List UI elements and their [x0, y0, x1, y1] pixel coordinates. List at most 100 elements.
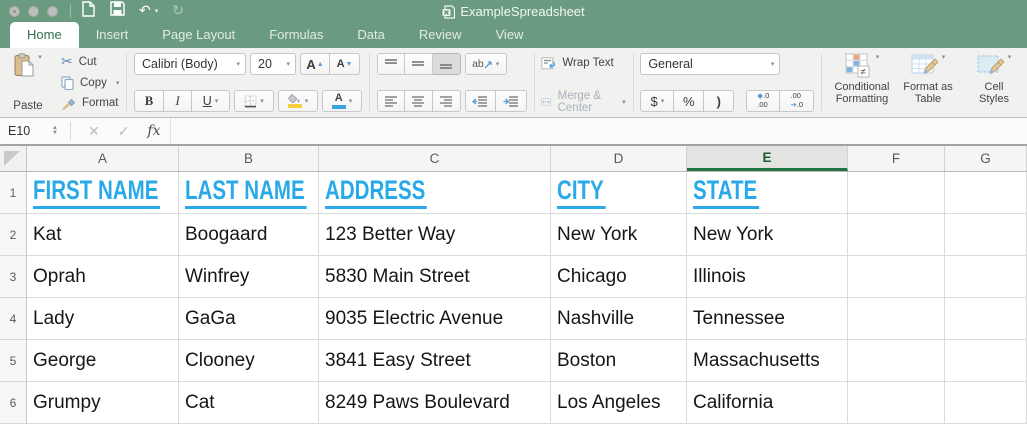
number-format-combo[interactable]: General ▾	[640, 53, 780, 75]
cell-E6[interactable]: California	[687, 382, 848, 424]
cell-E5[interactable]: Massachusetts	[687, 340, 848, 382]
row-header-5[interactable]: 5	[0, 340, 27, 382]
cell-F3[interactable]	[848, 256, 945, 298]
align-center-button[interactable]	[405, 90, 433, 112]
copy-button[interactable]: Copy ▾	[61, 74, 119, 92]
grow-font-button[interactable]: A ▲	[300, 53, 330, 75]
align-top-button[interactable]	[377, 53, 405, 75]
cancel-icon[interactable]: ✕	[88, 123, 100, 140]
paste-button[interactable]: ▾ Paste	[5, 52, 51, 113]
row-header-3[interactable]: 3	[0, 256, 27, 298]
cell-G5[interactable]	[945, 340, 1027, 382]
percent-button[interactable]: %	[674, 90, 704, 112]
cell-B3[interactable]: Winfrey	[179, 256, 319, 298]
cell-D2[interactable]: New York	[551, 214, 687, 256]
cell-E4[interactable]: Tennessee	[687, 298, 848, 340]
cell-E3[interactable]: Illinois	[687, 256, 848, 298]
column-header-f[interactable]: F	[848, 146, 945, 171]
column-header-a[interactable]: A	[27, 146, 179, 171]
cell-C4[interactable]: 9035 Electric Avenue	[319, 298, 551, 340]
row-header-1[interactable]: 1	[0, 172, 27, 214]
cell-F5[interactable]	[848, 340, 945, 382]
cell-G4[interactable]	[945, 298, 1027, 340]
format-as-table-button[interactable]: ▾ Format as Table	[895, 53, 961, 113]
column-header-g[interactable]: G	[945, 146, 1027, 171]
cell-D5[interactable]: Boston	[551, 340, 687, 382]
align-right-button[interactable]	[433, 90, 461, 112]
cell-F4[interactable]	[848, 298, 945, 340]
tab-page-layout[interactable]: Page Layout	[145, 22, 252, 48]
shrink-font-button[interactable]: A ▼	[330, 53, 360, 75]
font-size-combo[interactable]: 20 ▾	[250, 53, 296, 75]
currency-button[interactable]: $ ▾	[640, 90, 674, 112]
increase-indent-button[interactable]	[496, 90, 527, 112]
column-header-e[interactable]: E	[687, 146, 848, 171]
undo-icon[interactable]: ↶	[139, 4, 151, 18]
save-icon[interactable]	[110, 1, 125, 21]
cell-D6[interactable]: Los Angeles	[551, 382, 687, 424]
cell-E1[interactable]: STATE	[687, 172, 848, 214]
increase-decimal-button[interactable]: ◆.0.00	[746, 90, 780, 112]
column-header-d[interactable]: D	[551, 146, 687, 171]
cell-A4[interactable]: Lady	[27, 298, 179, 340]
borders-button[interactable]: ▾	[234, 90, 274, 112]
orientation-button[interactable]: ab ▾	[465, 53, 507, 75]
column-header-b[interactable]: B	[179, 146, 319, 171]
cell-C2[interactable]: 123 Better Way	[319, 214, 551, 256]
cell-C3[interactable]: 5830 Main Street	[319, 256, 551, 298]
cut-button[interactable]: ✂ Cut	[61, 53, 119, 71]
row-header-2[interactable]: 2	[0, 214, 27, 256]
cell-G2[interactable]	[945, 214, 1027, 256]
select-all-corner[interactable]	[0, 146, 27, 171]
row-header-6[interactable]: 6	[0, 382, 27, 424]
cell-F6[interactable]	[848, 382, 945, 424]
copy-dropdown-icon[interactable]: ▾	[116, 79, 120, 87]
cell-A3[interactable]: Oprah	[27, 256, 179, 298]
enter-icon[interactable]: ✓	[118, 123, 130, 140]
tab-review[interactable]: Review	[402, 22, 479, 48]
cell-C6[interactable]: 8249 Paws Boulevard	[319, 382, 551, 424]
align-left-button[interactable]	[377, 90, 405, 112]
cell-B4[interactable]: GaGa	[179, 298, 319, 340]
cell-styles-button[interactable]: ▾ Cell Styles	[961, 53, 1027, 113]
cell-A6[interactable]: Grumpy	[27, 382, 179, 424]
undo-dropdown-icon[interactable]: ▾	[155, 7, 159, 15]
comma-style-button[interactable]: )	[704, 90, 734, 112]
column-header-c[interactable]: C	[319, 146, 551, 171]
name-box-stepper[interactable]: ▲ ▼	[52, 126, 58, 136]
new-file-icon[interactable]	[81, 1, 96, 22]
underline-button[interactable]: U ▾	[192, 90, 230, 112]
cell-F2[interactable]	[848, 214, 945, 256]
align-bottom-button[interactable]	[433, 53, 461, 75]
zoom-window-button[interactable]	[47, 6, 58, 17]
cell-D3[interactable]: Chicago	[551, 256, 687, 298]
merge-center-button[interactable]: Merge & Center ▾	[541, 93, 625, 111]
decrease-decimal-button[interactable]: .00➜.0	[780, 90, 814, 112]
tab-formulas[interactable]: Formulas	[252, 22, 340, 48]
bold-button[interactable]: B	[134, 90, 164, 112]
cell-B1[interactable]: LAST NAME	[179, 172, 319, 214]
cell-G6[interactable]	[945, 382, 1027, 424]
stepper-down-icon[interactable]: ▼	[52, 131, 58, 136]
tab-insert[interactable]: Insert	[79, 22, 146, 48]
cell-E2[interactable]: New York	[687, 214, 848, 256]
close-window-button[interactable]	[9, 6, 20, 17]
minimize-window-button[interactable]	[28, 6, 39, 17]
redo-icon[interactable]: ↻	[172, 4, 184, 18]
cell-A1[interactable]: FIRST NAME	[27, 172, 179, 214]
tab-data[interactable]: Data	[340, 22, 401, 48]
decrease-indent-button[interactable]	[465, 90, 496, 112]
align-middle-button[interactable]	[405, 53, 433, 75]
font-color-button[interactable]: A ▾	[322, 90, 362, 112]
cell-B5[interactable]: Clooney	[179, 340, 319, 382]
cell-D1[interactable]: CITY	[551, 172, 687, 214]
cell-B2[interactable]: Boogaard	[179, 214, 319, 256]
cell-D4[interactable]: Nashville	[551, 298, 687, 340]
format-painter-button[interactable]: Format	[61, 94, 119, 112]
cell-F1[interactable]	[848, 172, 945, 214]
formula-input[interactable]	[170, 118, 1027, 144]
cell-G1[interactable]	[945, 172, 1027, 214]
wrap-text-button[interactable]: Wrap Text	[541, 54, 625, 72]
cell-C5[interactable]: 3841 Easy Street	[319, 340, 551, 382]
cell-G3[interactable]	[945, 256, 1027, 298]
